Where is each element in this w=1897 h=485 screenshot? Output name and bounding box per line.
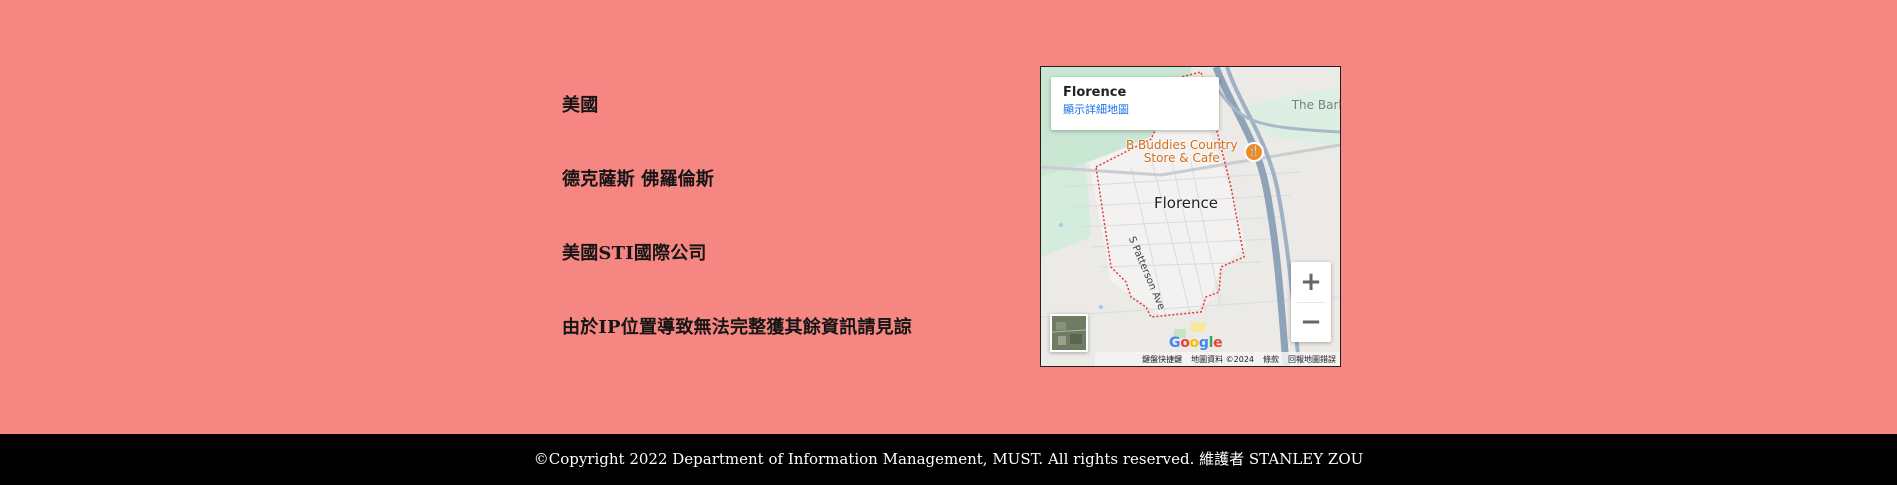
zoom-out-button[interactable]: − [1291,302,1331,342]
map-data-text: 地圖資料 ©2024 [1191,354,1254,364]
zoom-control: + − [1291,262,1331,342]
restaurant-icon[interactable]: 🍴 [1244,142,1264,162]
organization-text: 美國STI國際公司 [562,243,707,264]
location-text: 德克薩斯 佛羅倫斯 [562,169,715,190]
note-text: 由於IP位置導致無法完整獲其餘資訊請見諒 [562,317,912,338]
zoom-divider [1297,302,1325,303]
nearby-place-label: The Barb [1291,98,1341,112]
report-error-link[interactable]: 回報地圖錯誤 [1288,354,1336,365]
embedded-map[interactable]: Florence 顯示詳細地圖 The Barb B Buddies Count… [1040,66,1341,367]
map-card-title: Florence [1063,85,1127,100]
footer: ©Copyright 2022 Department of Informatio… [0,434,1897,485]
poi-label[interactable]: B Buddies Country Store & Cafe [1126,139,1238,165]
keyboard-shortcuts-link[interactable]: 鍵盤快捷鍵 [1142,354,1182,365]
city-map-label: Florence [1154,194,1219,212]
terms-link[interactable]: 條款 [1263,354,1279,365]
country-text: 美國 [562,95,599,116]
map-attribution: 鍵盤快捷鍵 地圖資料 ©2024 條款 回報地圖錯誤 [1095,352,1340,366]
satellite-icon [1052,316,1086,350]
poi-label-line2: Store & Cafe [1143,151,1220,165]
copyright-text: ©Copyright 2022 Department of Informatio… [533,450,1364,468]
satellite-toggle[interactable] [1050,314,1088,352]
location-info: 美國 德克薩斯 佛羅倫斯 美國STI國際公司 由於IP位置導致無法完整獲其餘資訊… [562,93,982,389]
view-larger-map-link[interactable]: 顯示詳細地圖 [1063,101,1207,119]
zoom-in-button[interactable]: + [1291,262,1331,302]
map-info-card: Florence 顯示詳細地圖 [1051,77,1219,130]
google-logo: Google [1169,335,1223,351]
